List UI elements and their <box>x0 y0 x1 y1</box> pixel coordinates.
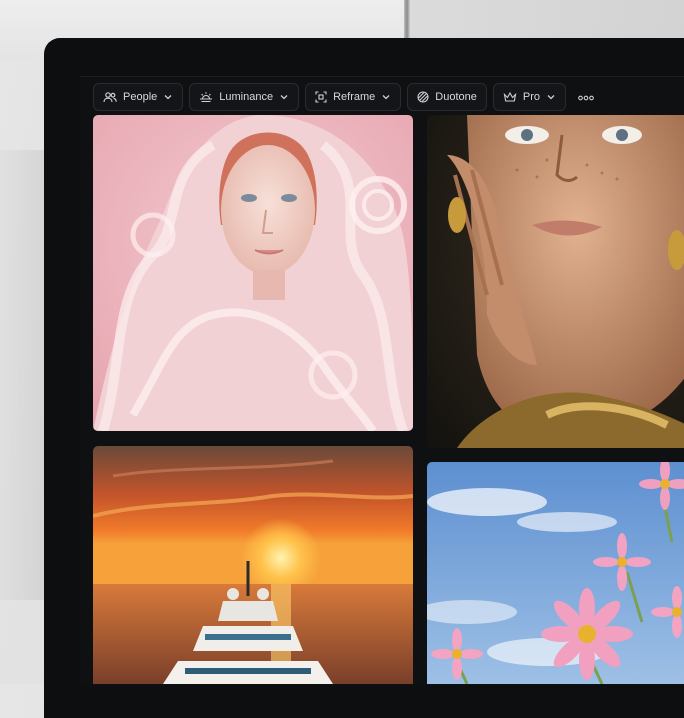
crown-icon <box>503 91 517 103</box>
chevron-down-icon <box>381 92 391 102</box>
pink-portrait-image <box>93 115 413 431</box>
reframe-button[interactable]: Reframe <box>305 83 402 111</box>
yacht-sunset-image <box>93 446 413 684</box>
chevron-down-icon <box>163 92 173 102</box>
pro-button[interactable]: Pro <box>492 83 566 111</box>
duotone-label: Duotone <box>435 91 477 103</box>
luminance-button[interactable]: Luminance <box>189 83 300 111</box>
gallery-image-pink-flowers[interactable] <box>427 462 684 684</box>
people-icon <box>103 91 117 103</box>
gallery-image-pink-portrait[interactable] <box>93 115 413 431</box>
filter-toolbar: People Luminance Reframe Duotone Pro <box>93 82 600 112</box>
sunrise-icon <box>199 91 213 103</box>
people-button[interactable]: People <box>93 83 184 111</box>
more-horizontal-icon <box>578 88 594 106</box>
chevron-down-icon <box>546 92 556 102</box>
people-label: People <box>123 91 158 103</box>
luminance-label: Luminance <box>219 91 274 103</box>
pink-flowers-image <box>427 462 684 684</box>
pro-label: Pro <box>522 91 540 103</box>
duotone-icon <box>417 91 429 103</box>
gallery-image-freckled-portrait[interactable] <box>427 115 684 448</box>
crop-frame-icon <box>315 91 327 103</box>
reframe-label: Reframe <box>333 91 376 103</box>
duotone-button[interactable]: Duotone <box>407 83 487 111</box>
chevron-down-icon <box>279 92 289 102</box>
gallery-image-yacht-sunset[interactable] <box>93 446 413 684</box>
more-options-button[interactable] <box>572 83 600 111</box>
freckled-portrait-image <box>427 115 684 448</box>
